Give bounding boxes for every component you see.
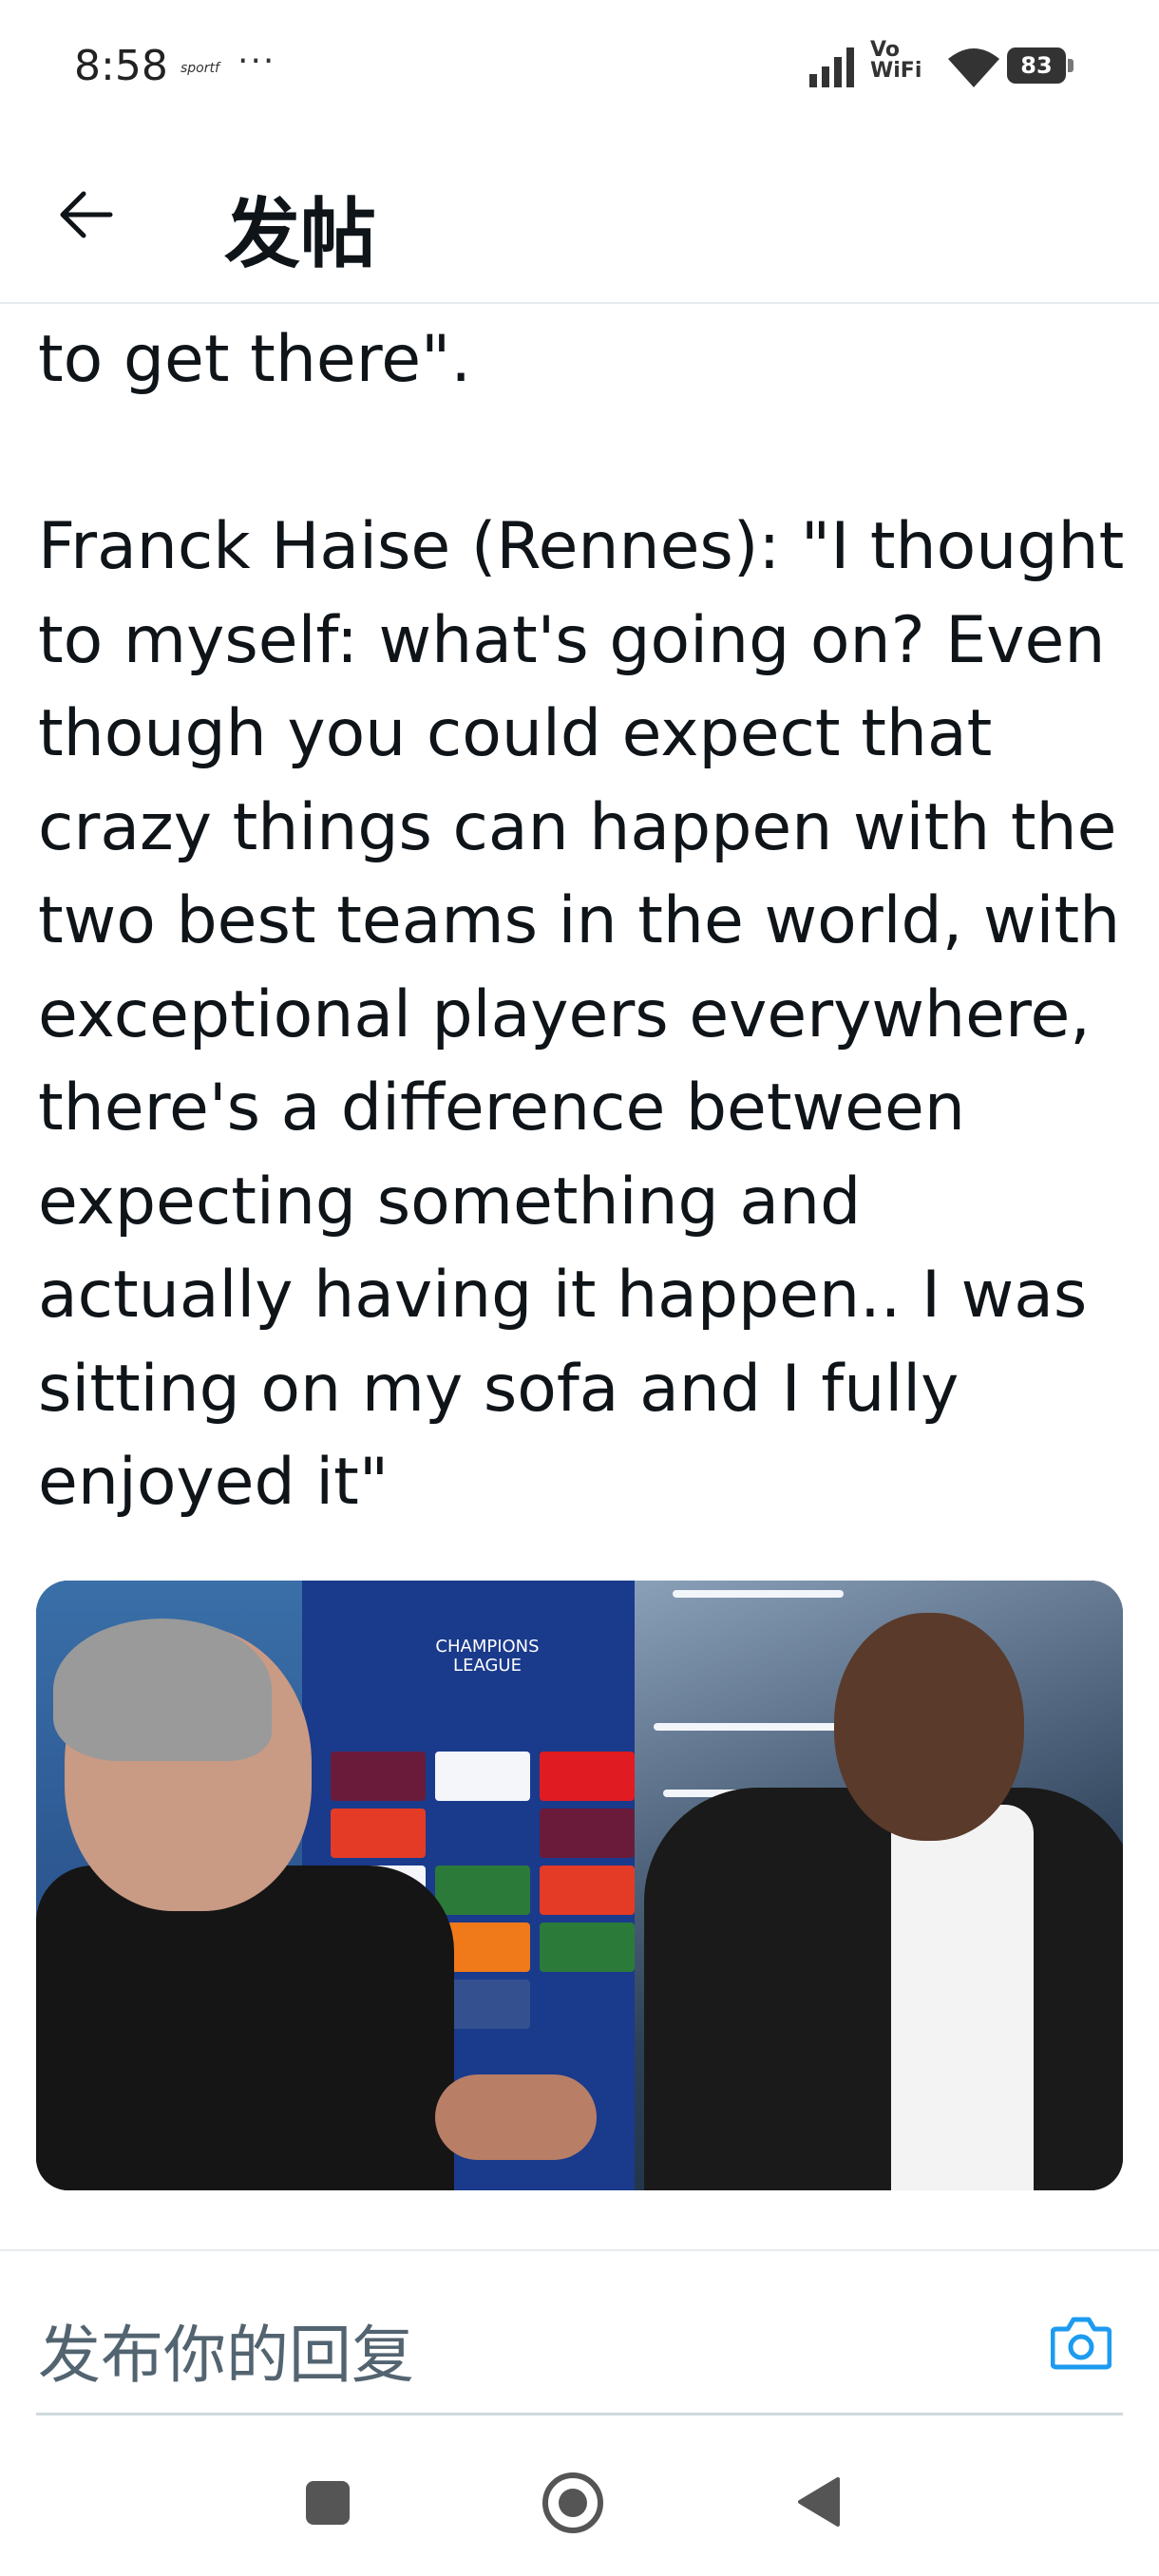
person-right-head (834, 1613, 1024, 1841)
person-right-shirt (891, 1805, 1034, 2190)
person-left (36, 1866, 454, 2190)
reply-input[interactable]: 发布你的回复 (38, 2304, 414, 2396)
reply-divider (36, 2413, 1123, 2415)
battery-icon: 83 (1007, 47, 1075, 84)
person-right (644, 1788, 1123, 2190)
sponsor-tile (540, 1809, 635, 1858)
champions-league-logo: CHAMPIONS LEAGUE (435, 1637, 540, 1676)
status-bar: 8:58 sportf ··· Vo WiFi 83 (0, 0, 1159, 133)
sponsor-tile (435, 1866, 530, 1915)
vowifi-line1: Vo (870, 38, 900, 62)
arrow-left-icon[interactable] (55, 184, 116, 245)
post-body-text: to get there". Franck Haise (Rennes): "I… (38, 322, 1125, 1520)
wifi-icon (948, 48, 999, 87)
camera-icon[interactable] (1051, 2314, 1112, 2371)
person-left-hair (53, 1619, 272, 1761)
page-title: 发帖 (224, 190, 376, 278)
top-app-bar: 发帖 (0, 133, 1159, 304)
sponsor-tile (435, 1752, 530, 1801)
post-image[interactable]: CHAMPIONS LEAGUE (36, 1581, 1123, 2190)
battery-level: 83 (1007, 47, 1066, 84)
sponsor-tile (540, 1923, 635, 1972)
system-nav-bar (0, 2432, 1159, 2576)
app-indicator: sportf (180, 61, 219, 76)
sponsor-tile (540, 1752, 635, 1801)
circle-home-icon[interactable] (542, 2472, 604, 2534)
more-notifications-icon: ··· (238, 42, 276, 81)
status-time: 8:58 (74, 42, 168, 90)
square-icon[interactable] (306, 2481, 350, 2525)
reply-composer: 发布你的回复 (0, 2249, 1159, 2418)
sponsor-tile (540, 1866, 635, 1915)
triangle-back-icon[interactable] (794, 2475, 842, 2529)
vowifi-line2: WiFi (870, 59, 922, 83)
vowifi-icon: Vo WiFi (870, 40, 922, 82)
sponsor-tile (435, 1809, 530, 1858)
sponsor-tile (331, 1752, 426, 1801)
signal-icon (809, 47, 854, 87)
sponsor-tile (331, 1809, 426, 1858)
ceiling-light (673, 1590, 844, 1598)
battery-tip (1068, 59, 1074, 72)
handshake (435, 2074, 597, 2160)
